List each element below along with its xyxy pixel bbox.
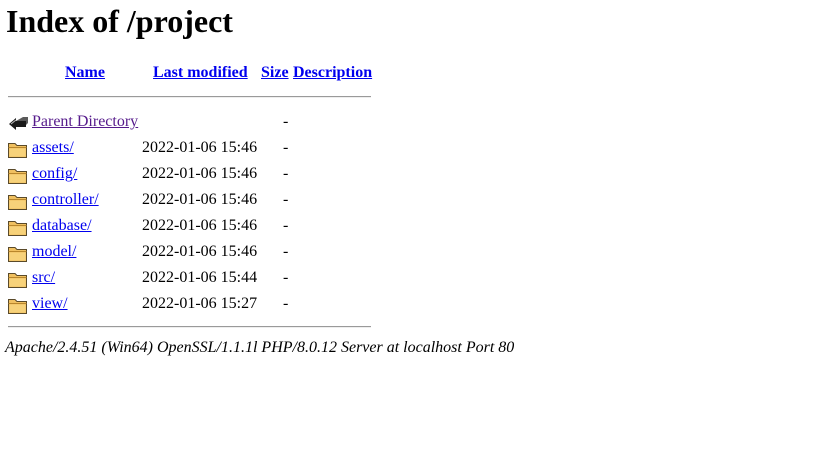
directory-link[interactable]: controller/ xyxy=(32,191,99,209)
sort-by-name-link[interactable]: Name xyxy=(65,64,105,82)
parent-directory-link[interactable]: Parent Directory xyxy=(32,113,138,131)
size-cell: - xyxy=(283,269,289,286)
directory-row: config/2022-01-06 15:46 - xyxy=(0,163,420,185)
size-cell: - xyxy=(283,243,289,260)
directory-link[interactable]: database/ xyxy=(32,217,92,235)
last-modified-cell: 2022-01-06 15:46 xyxy=(142,243,258,260)
parent-directory-size: - xyxy=(283,113,289,130)
directory-row: controller/2022-01-06 15:46 - xyxy=(0,189,420,211)
page-title: Index of /project xyxy=(6,3,233,39)
folder-icon xyxy=(7,269,29,289)
last-modified-cell: 2022-01-06 15:44 xyxy=(142,269,258,286)
sort-by-size-link[interactable]: Size xyxy=(261,64,289,82)
last-modified-cell: 2022-01-06 15:46 xyxy=(142,191,258,208)
directory-row: database/2022-01-06 15:46 - xyxy=(0,215,420,237)
directory-row: assets/2022-01-06 15:46 - xyxy=(0,137,420,159)
folder-icon xyxy=(7,165,29,185)
back-arrow-icon xyxy=(7,113,29,133)
parent-directory-row: Parent Directory - xyxy=(0,111,420,133)
folder-icon xyxy=(7,191,29,211)
size-cell: - xyxy=(283,139,289,156)
directory-link[interactable]: model/ xyxy=(32,243,76,261)
size-cell: - xyxy=(283,295,289,312)
last-modified-cell: 2022-01-06 15:46 xyxy=(142,165,258,182)
directory-row: src/2022-01-06 15:44 - xyxy=(0,267,420,289)
directory-row: view/2022-01-06 15:27 - xyxy=(0,293,420,315)
folder-icon xyxy=(7,295,29,315)
directory-row: model/2022-01-06 15:46 - xyxy=(0,241,420,263)
server-signature: Apache/2.4.51 (Win64) OpenSSL/1.1.1l PHP… xyxy=(5,339,515,356)
header-divider xyxy=(8,96,371,98)
folder-icon xyxy=(7,243,29,263)
last-modified-cell: 2022-01-06 15:46 xyxy=(142,217,258,234)
size-cell: - xyxy=(283,191,289,208)
sort-by-last-modified-link[interactable]: Last modified xyxy=(153,64,248,82)
last-modified-cell: 2022-01-06 15:46 xyxy=(142,139,258,156)
sort-by-description-link[interactable]: Description xyxy=(293,64,372,82)
directory-link[interactable]: view/ xyxy=(32,295,68,313)
size-cell: - xyxy=(283,165,289,182)
directory-link[interactable]: config/ xyxy=(32,165,77,183)
footer-divider xyxy=(8,326,371,328)
folder-icon xyxy=(7,217,29,237)
size-cell: - xyxy=(283,217,289,234)
last-modified-cell: 2022-01-06 15:27 xyxy=(142,295,258,312)
directory-link[interactable]: assets/ xyxy=(32,139,74,157)
directory-link[interactable]: src/ xyxy=(32,269,55,287)
folder-icon xyxy=(7,139,29,159)
